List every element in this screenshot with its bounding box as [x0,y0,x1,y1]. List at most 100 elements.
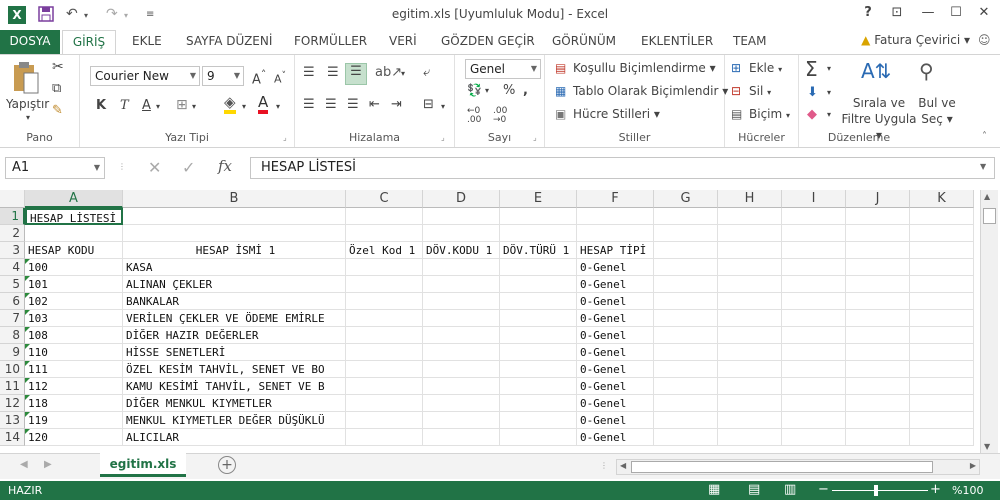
row-header[interactable]: 12 [0,395,25,412]
cell-c10[interactable] [346,361,423,378]
align-left-icon[interactable]: ☰ [303,97,315,112]
column-header-g[interactable]: G [654,190,718,208]
cell-h12[interactable] [718,395,782,412]
cell-g4[interactable] [654,259,718,276]
borders-dropdown-icon[interactable]: ▾ [192,102,196,111]
scroll-thumb[interactable] [983,208,996,224]
name-box[interactable]: A1 ▼ [5,157,105,179]
cell-d12[interactable] [423,395,500,412]
column-header-b[interactable]: B [123,190,346,208]
cell-b13[interactable]: MENKUL KIYMETLER DEĞER DÜŞÜKLÜ [123,412,346,429]
cell-b9[interactable]: HİSSE SENETLERİ [123,344,346,361]
cell-k8[interactable] [910,327,974,344]
expand-formula-icon[interactable]: ▼ [980,162,986,171]
insert-function-button[interactable]: fx [218,157,232,175]
cell-g13[interactable] [654,412,718,429]
row-header[interactable]: 14 [0,429,25,446]
cell-a14[interactable]: 120 [25,429,123,446]
page-break-view-icon[interactable]: ▥ [784,482,796,497]
cell-e10[interactable] [500,361,577,378]
cell-c2[interactable] [346,225,423,242]
normal-view-icon[interactable]: ▦ [708,482,720,497]
font-color-icon[interactable]: A [258,95,269,114]
cell-a10[interactable]: 111 [25,361,123,378]
format-button[interactable]: Biçim ▾ [749,107,790,121]
column-header-h[interactable]: H [718,190,782,208]
wrap-text-icon[interactable]: ⤶ [423,65,430,80]
comma-style-icon[interactable]: , [523,83,528,98]
font-color-dropdown-icon[interactable]: ▾ [276,102,280,111]
cell-f5[interactable]: 0-Genel [577,276,654,293]
cell-f4[interactable]: 0-Genel [577,259,654,276]
cell-j6[interactable] [846,293,910,310]
orientation-icon[interactable]: ab↗ [375,65,402,80]
cell-j11[interactable] [846,378,910,395]
cell-g8[interactable] [654,327,718,344]
cell-i10[interactable] [782,361,846,378]
cell-c12[interactable] [346,395,423,412]
cell-a11[interactable]: 112 [25,378,123,395]
cell-h9[interactable] [718,344,782,361]
increase-decimal-icon[interactable]: ←0.00 [467,107,481,125]
cell-f13[interactable]: 0-Genel [577,412,654,429]
cell-h8[interactable] [718,327,782,344]
font-name-combo[interactable]: Courier New ▼ [90,66,200,86]
cell-j5[interactable] [846,276,910,293]
cell-k9[interactable] [910,344,974,361]
cell-f6[interactable]: 0-Genel [577,293,654,310]
cancel-icon[interactable]: ✕ [148,158,161,177]
cell-c3[interactable]: Özel Kod 1 [346,242,423,259]
cell-j13[interactable] [846,412,910,429]
tab-formulas[interactable]: FORMÜLLER [294,30,367,54]
cell-b14[interactable]: ALICILAR [123,429,346,446]
font-size-combo[interactable]: 9 ▼ [202,66,244,86]
format-painter-icon[interactable]: ✎ [52,103,63,118]
cell-b11[interactable]: KAMU KESİMİ TAHVİL, SENET VE B [123,378,346,395]
cell-d8[interactable] [423,327,500,344]
cell-a1[interactable]: HESAP LİSTESİ [25,208,123,225]
cell-d11[interactable] [423,378,500,395]
vertical-scrollbar[interactable]: ▲ ▼ [980,190,998,453]
cell-h7[interactable] [718,310,782,327]
cell-c6[interactable] [346,293,423,310]
increase-indent-icon[interactable]: ⇥ [391,97,402,112]
row-header[interactable]: 11 [0,378,25,395]
zoom-slider[interactable] [832,490,928,491]
cell-i3[interactable] [782,242,846,259]
fill-icon[interactable]: ⬇ [807,85,818,100]
cell-k3[interactable] [910,242,974,259]
decrease-indent-icon[interactable]: ⇤ [369,97,380,112]
page-layout-view-icon[interactable]: ▤ [748,482,760,497]
cell-d6[interactable] [423,293,500,310]
cell-f14[interactable]: 0-Genel [577,429,654,446]
clear-icon[interactable]: ◆ [807,107,817,122]
cell-g3[interactable] [654,242,718,259]
cell-d5[interactable] [423,276,500,293]
scroll-down-icon[interactable]: ▼ [984,442,990,451]
cell-a7[interactable]: 103 [25,310,123,327]
cell-j4[interactable] [846,259,910,276]
clear-dropdown-icon[interactable]: ▾ [827,110,831,119]
cell-i9[interactable] [782,344,846,361]
cell-b4[interactable]: KASA [123,259,346,276]
align-center-icon[interactable]: ☰ [325,97,337,112]
cell-i6[interactable] [782,293,846,310]
cell-g7[interactable] [654,310,718,327]
conditional-format-button[interactable]: Koşullu Biçimlendirme ▾ [573,61,716,75]
column-header-k[interactable]: K [910,190,974,208]
cell-g14[interactable] [654,429,718,446]
minimize-button[interactable]: — [918,5,938,20]
cell-k12[interactable] [910,395,974,412]
cell-c5[interactable] [346,276,423,293]
cell-g2[interactable] [654,225,718,242]
zoom-out-icon[interactable]: − [818,482,829,497]
cell-k5[interactable] [910,276,974,293]
cell-d2[interactable] [423,225,500,242]
cell-h3[interactable] [718,242,782,259]
cell-d10[interactable] [423,361,500,378]
cell-f8[interactable]: 0-Genel [577,327,654,344]
row-header[interactable]: 7 [0,310,25,327]
cell-g12[interactable] [654,395,718,412]
cell-i1[interactable] [782,208,846,225]
cell-d1[interactable] [423,208,500,225]
